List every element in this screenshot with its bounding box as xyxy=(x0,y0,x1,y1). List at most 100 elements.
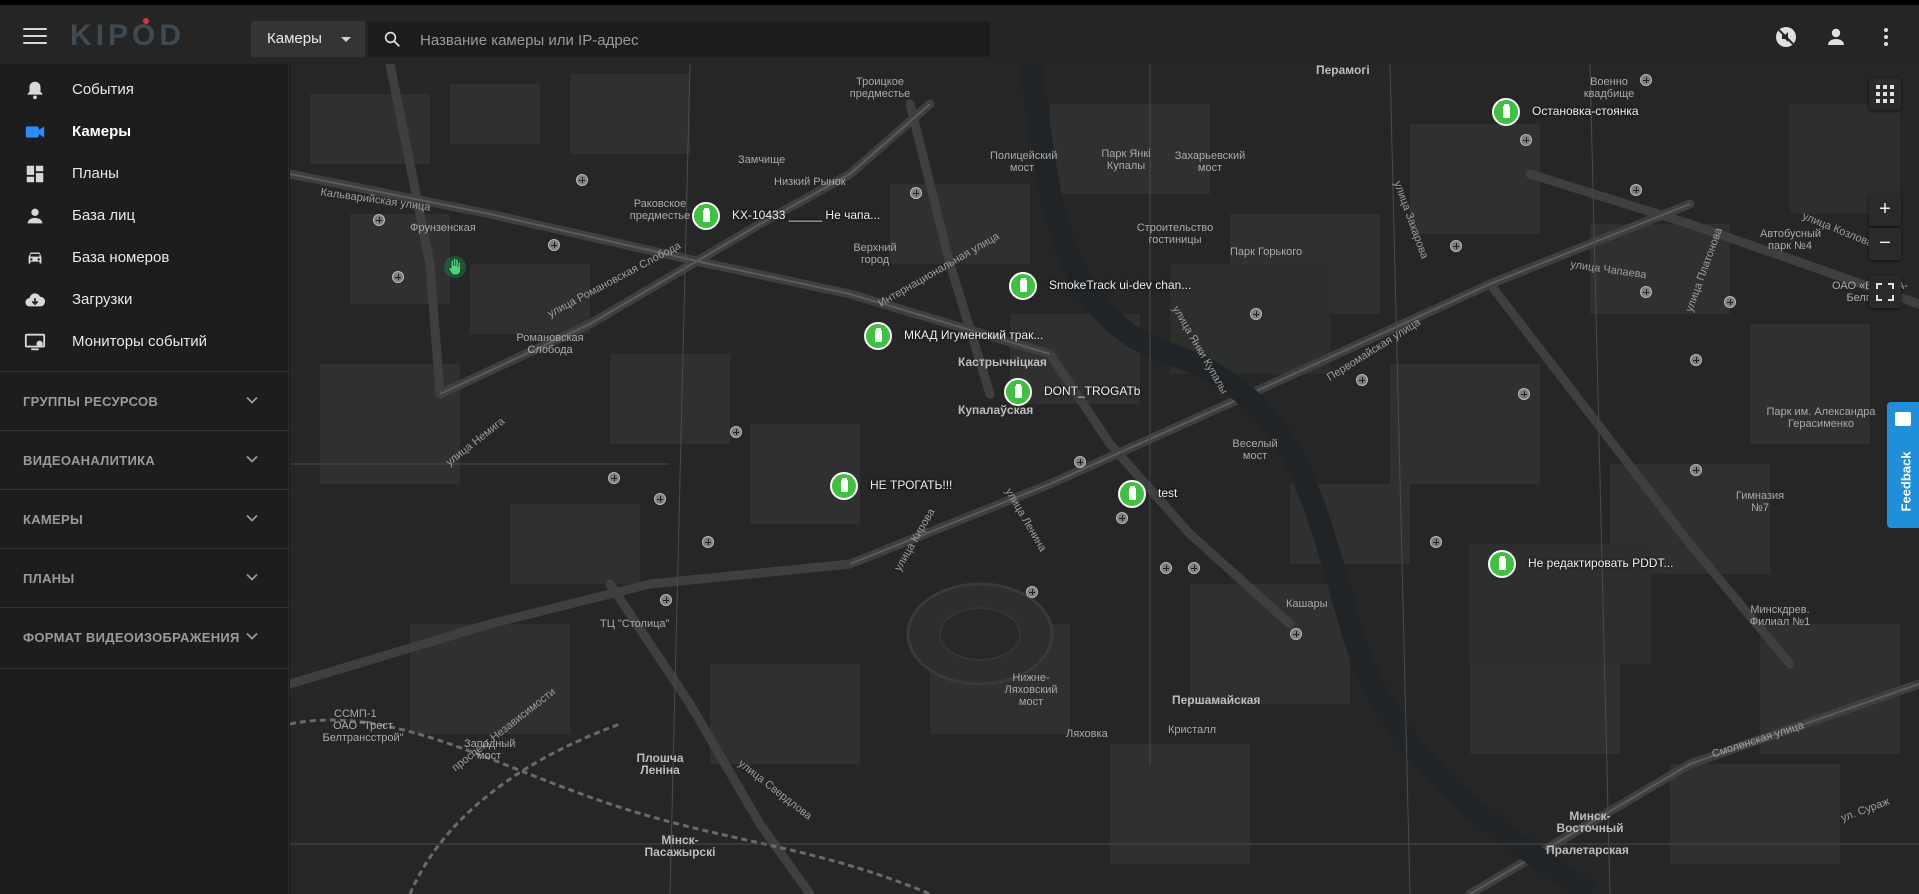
poi-icon xyxy=(373,214,385,226)
resource-type-select[interactable]: Камеры xyxy=(251,21,365,57)
poi-icon xyxy=(1520,134,1532,146)
poi-icon xyxy=(1640,74,1652,86)
poi-icon xyxy=(1640,286,1652,298)
camera-pin-icon xyxy=(1488,550,1516,578)
map-label: Низкий Рынок xyxy=(774,176,846,188)
camera-marker-label: Не редактировать PDDT... xyxy=(1528,556,1674,570)
map-label: Веселый мост xyxy=(1232,438,1278,462)
more-vert-icon[interactable] xyxy=(1874,25,1898,49)
hand-cursor-icon xyxy=(444,256,466,278)
poi-icon xyxy=(548,239,560,251)
group-video-format[interactable]: ФОРМАТ ВИДЕОИЗОБРАЖЕНИЯ xyxy=(0,607,289,665)
app-logo[interactable]: KIPOD xyxy=(70,18,185,53)
map-label: Военно квадбище xyxy=(1583,76,1635,100)
group-plans[interactable]: ПЛАНЫ xyxy=(0,548,289,606)
group-label: ПЛАНЫ xyxy=(23,571,75,586)
poi-icon xyxy=(1630,184,1642,196)
chevron-down-icon xyxy=(341,37,351,42)
sidebar-item-label: Мониторы событий xyxy=(72,333,208,350)
search-icon xyxy=(384,31,400,47)
map-label: Пралетарская xyxy=(1546,843,1629,857)
poi-icon xyxy=(654,493,666,505)
map-label: Минск-Восточный xyxy=(1556,809,1624,835)
map-label: Перамогі xyxy=(1316,64,1370,77)
group-label: ФОРМАТ ВИДЕОИЗОБРАЖЕНИЯ xyxy=(23,630,240,645)
zoom-in-button[interactable]: + xyxy=(1869,194,1901,226)
apps-icon xyxy=(1876,85,1894,103)
poi-icon xyxy=(1518,388,1530,400)
poi-icon xyxy=(576,174,588,186)
zoom-out-button[interactable]: − xyxy=(1869,228,1901,260)
camera-marker-label: Остановка-стоянка xyxy=(1532,104,1639,118)
poi-icon xyxy=(608,472,620,484)
sidebar-item-events[interactable]: События xyxy=(0,69,289,111)
camera-pin-icon xyxy=(1492,98,1520,126)
camera-marker-label: DONT_TROGATb xyxy=(1044,384,1141,398)
map-label: Замчище xyxy=(738,154,786,166)
group-label: ГРУППЫ РЕСУРСОВ xyxy=(23,394,159,409)
map-label: Купалаўская xyxy=(958,403,1034,417)
poi-icon xyxy=(1450,240,1462,252)
sidebar-item-downloads[interactable]: Загрузки xyxy=(0,279,289,321)
sidebar-item-event-monitors[interactable]: Мониторы событий xyxy=(0,321,289,363)
sidebar-item-cameras[interactable]: Камеры xyxy=(0,111,289,153)
sidebar-item-faces[interactable]: База лиц xyxy=(0,195,289,237)
zoom-out-label: − xyxy=(1879,232,1891,254)
camera-pin-icon xyxy=(830,472,858,500)
map-label: ТЦ "Столица" xyxy=(600,618,670,630)
camera-pin-icon xyxy=(864,322,892,350)
map-label: ОАО "Трест Белтрансстрой" xyxy=(322,720,404,744)
group-label: ВИДЕОАНАЛИТИКА xyxy=(23,453,156,468)
camera-marker-label: НЕ ТРОГАТЬ!!! xyxy=(870,478,953,492)
group-label: КАМЕРЫ xyxy=(23,512,84,527)
search-input[interactable] xyxy=(418,21,982,59)
no-sound-icon[interactable] xyxy=(1774,25,1798,49)
group-cameras[interactable]: КАМЕРЫ xyxy=(0,489,289,547)
sidebar-item-label: Камеры xyxy=(72,123,132,140)
zoom-in-label: + xyxy=(1879,198,1891,220)
camera-pin-icon xyxy=(1004,378,1032,406)
feedback-icon xyxy=(1895,412,1911,426)
map-label: Автобусный парк №4 xyxy=(1760,228,1822,252)
poi-icon xyxy=(392,271,404,283)
bell-icon xyxy=(27,81,43,100)
poi-icon xyxy=(1074,456,1086,468)
top-app-bar: KIPOD Камеры xyxy=(0,0,1919,64)
person-icon xyxy=(27,208,43,224)
map-layers-button[interactable] xyxy=(1869,78,1901,110)
camera-pin-icon xyxy=(1009,272,1037,300)
map-label: Нижне-Ляховский мост xyxy=(1004,672,1058,708)
poi-icon xyxy=(1430,536,1442,548)
group-resource-groups[interactable]: ГРУППЫ РЕСУРСОВ xyxy=(0,371,289,429)
chevron-down-icon xyxy=(246,573,258,581)
map-label: Захарьевский мост xyxy=(1174,150,1246,174)
dashboard-icon xyxy=(26,165,44,183)
map-label: Ляховка xyxy=(1066,728,1108,740)
camera-marker-label: МКАД Игуменский трак... xyxy=(904,328,1044,342)
chevron-down-icon xyxy=(246,396,258,404)
resource-type-select-value: Камеры xyxy=(267,30,322,47)
account-icon[interactable] xyxy=(1824,25,1848,49)
feedback-tab[interactable]: Feedback xyxy=(1887,402,1919,528)
map-label: Парк им. Александра Герасименко xyxy=(1766,406,1876,430)
camera-pin-icon xyxy=(1118,480,1146,508)
camera-marker-label: test xyxy=(1158,486,1178,500)
map-label: Парк Горького xyxy=(1230,246,1303,258)
menu-icon[interactable] xyxy=(23,28,47,46)
sidebar-item-plates[interactable]: База номеров xyxy=(0,237,289,279)
sidebar-item-plans[interactable]: Планы xyxy=(0,153,289,195)
map-view[interactable]: Фрунзенская Кастрычніцкая Купалаўская Пе… xyxy=(290,64,1919,894)
sidebar-item-label: События xyxy=(72,81,134,98)
map-label: Раковское предместье xyxy=(629,198,691,222)
poi-icon xyxy=(1188,562,1200,574)
map-label: Минскдрев. Филиал №1 xyxy=(1749,604,1811,628)
camera-marker-label: SmokeTrack ui-dev chan... xyxy=(1049,278,1192,292)
chevron-down-icon xyxy=(246,455,258,463)
group-video-analytics[interactable]: ВИДЕОАНАЛИТИКА xyxy=(0,430,289,488)
poi-icon xyxy=(1160,562,1172,574)
chevron-down-icon xyxy=(246,514,258,522)
map-label: Полицейский мост xyxy=(990,150,1058,174)
fullscreen-button[interactable] xyxy=(1869,276,1901,308)
map-label: Кашары xyxy=(1286,598,1328,610)
search-box xyxy=(368,21,990,59)
